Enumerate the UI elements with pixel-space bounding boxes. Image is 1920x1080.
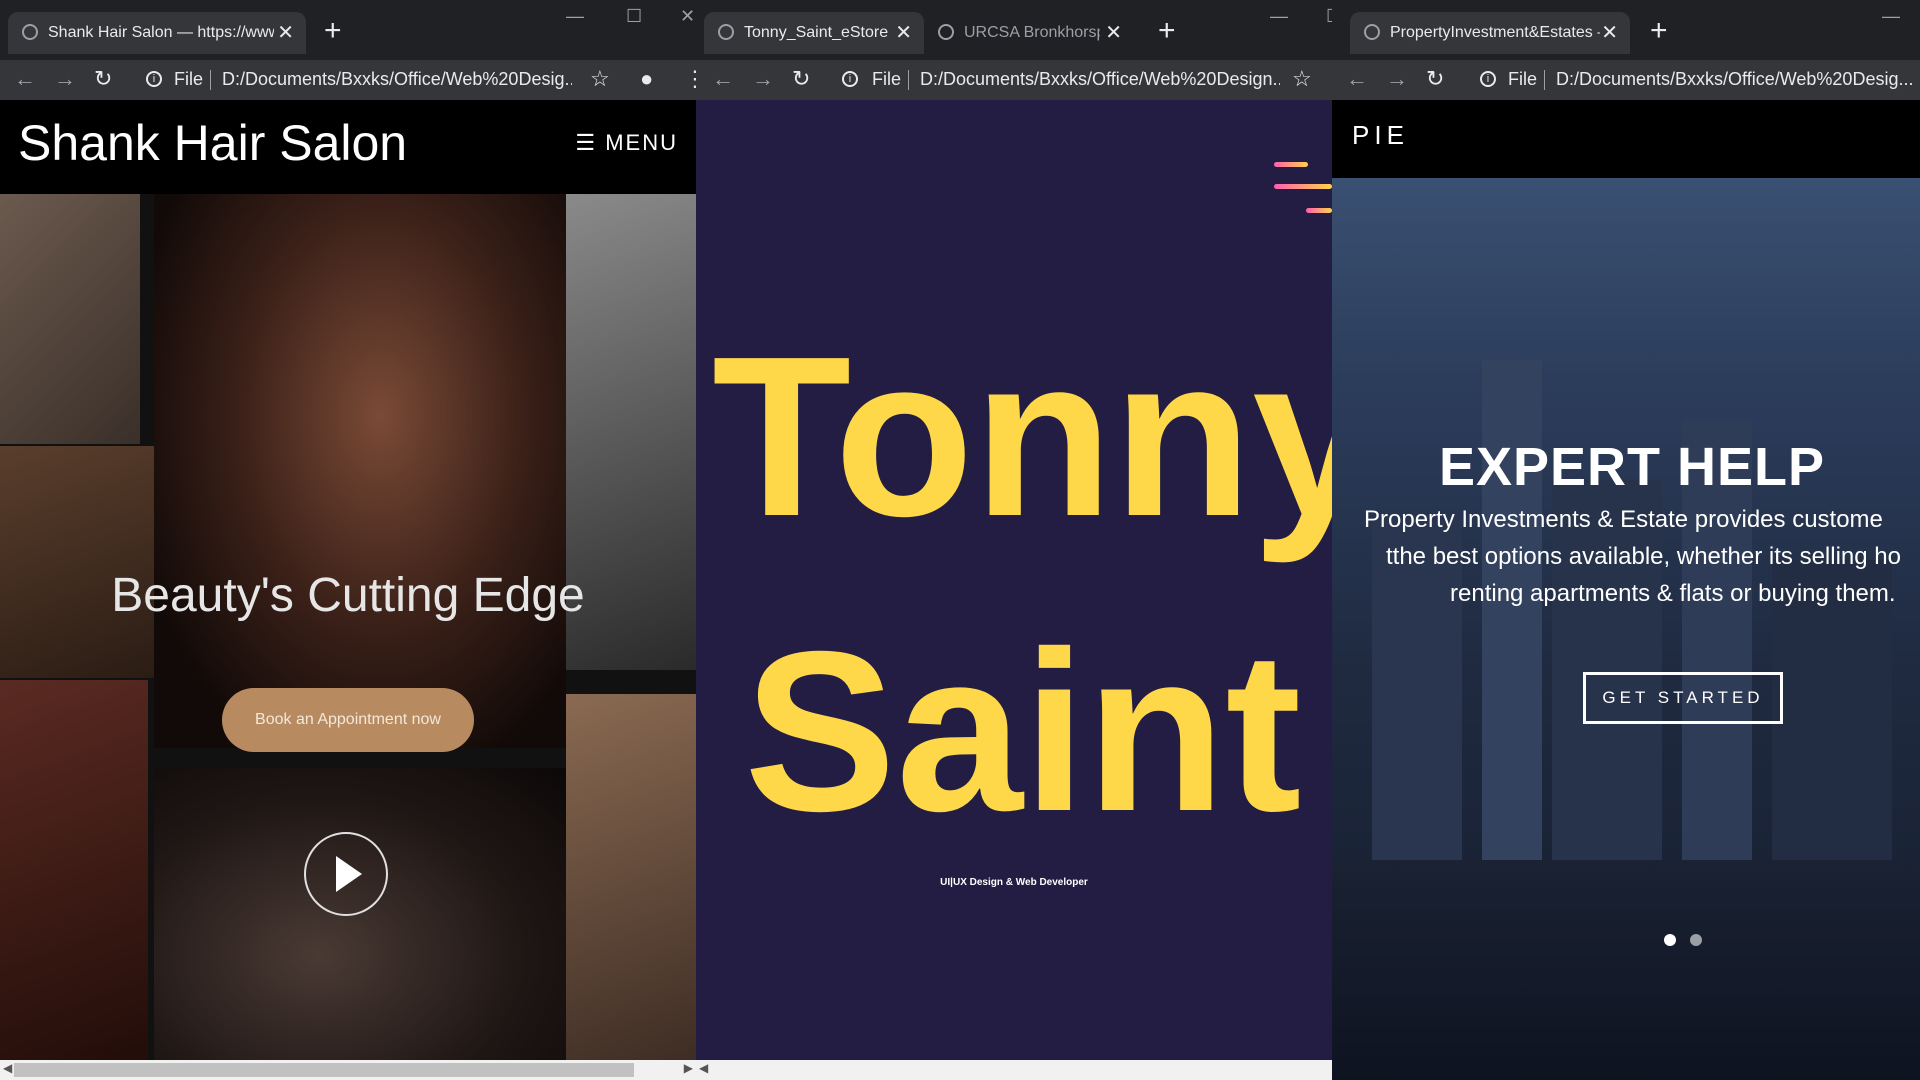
url-field[interactable]: D:/Documents/Bxxks/Office/Web%20Desig...	[1556, 69, 1920, 90]
photo-woman-main	[154, 194, 566, 748]
slide-dot-active[interactable]	[1664, 934, 1676, 946]
close-icon[interactable]: ✕	[277, 20, 294, 45]
tagline: UI|UX Design & Web Developer	[940, 877, 1088, 888]
url-field[interactable]: D:/Documents/Bxxks/Office/Web%20Design..…	[920, 69, 1280, 90]
tab-tonny[interactable]: Tonny_Saint_eStore ✕	[704, 12, 924, 54]
url-field[interactable]: D:/Documents/Bxxks/Office/Web%20Desig...	[222, 69, 572, 90]
hero-title: Beauty's Cutting Edge	[111, 569, 585, 622]
scroll-left-icon[interactable]: ◀	[699, 1061, 708, 1075]
close-icon[interactable]: ✕	[1105, 20, 1122, 45]
new-tab-button[interactable]: +	[1650, 14, 1668, 48]
info-icon[interactable]: i	[842, 71, 858, 87]
name-line-1: Tonny	[712, 310, 1332, 564]
close-icon[interactable]: ✕	[895, 20, 912, 45]
horizontal-scrollbar[interactable]: ◀	[696, 1060, 1332, 1080]
site-logo[interactable]: PIE	[1352, 120, 1409, 151]
scroll-right-icon[interactable]: ▶	[684, 1061, 693, 1075]
address-bar: ← → ↻ i File D:/Documents/Bxxks/Office/W…	[696, 60, 1332, 100]
scrollbar-thumb[interactable]	[14, 1063, 634, 1077]
file-scheme-label: File	[1508, 69, 1538, 89]
scroll-left-icon[interactable]: ◀	[3, 1061, 12, 1075]
reload-icon[interactable]: ↻	[1426, 66, 1444, 92]
shank-page: Shank Hair Salon ☰ MENU Beauty's Cutting…	[0, 100, 696, 1080]
browser-window-tonny: Tonny_Saint_eStore ✕ URCSA Bronkhorspr ✕…	[696, 0, 1332, 1080]
address-bar: ← → ↻ i File D:/Documents/Bxxks/Office/W…	[1332, 60, 1920, 100]
slide-dot[interactable]	[1690, 934, 1702, 946]
divider	[1544, 70, 1545, 90]
hero-line-2: tthe best options available, whether its…	[1386, 543, 1901, 570]
horizontal-scrollbar[interactable]: ◀ ▶	[0, 1060, 696, 1080]
tab-title: URCSA Bronkhorspr	[964, 24, 1100, 41]
browser-window-shank: Shank Hair Salon — https://www ✕ + — ☐ ✕…	[0, 0, 696, 1080]
minimize-icon[interactable]: —	[1882, 6, 1900, 27]
hero-line-3: renting apartments & flats or buying the…	[1450, 580, 1896, 607]
tonny-saint-heading: Tonny Saint	[712, 310, 1332, 859]
tab-title: Shank Hair Salon — https://www	[48, 24, 274, 41]
book-appointment-button[interactable]: Book an Appointment now	[222, 688, 474, 752]
forward-icon[interactable]: →	[1386, 66, 1408, 92]
minimize-icon[interactable]: —	[566, 6, 584, 27]
hero-line-1: Property Investments & Estate provides c…	[1364, 506, 1883, 533]
hero-title: EXPERT HELP	[1438, 437, 1826, 497]
reload-icon[interactable]: ↻	[792, 66, 810, 92]
tab-strip: Tonny_Saint_eStore ✕ URCSA Bronkhorspr ✕…	[696, 0, 1332, 60]
info-icon[interactable]: i	[1480, 71, 1496, 87]
forward-icon[interactable]: →	[752, 66, 774, 92]
browser-window-pie: PropertyInvestment&Estates —h ✕ + — ← → …	[1332, 0, 1920, 1080]
tab-shank[interactable]: Shank Hair Salon — https://www ✕	[8, 12, 306, 54]
tab-pie[interactable]: PropertyInvestment&Estates —h ✕	[1350, 12, 1630, 54]
site-header: PIE	[1332, 100, 1920, 178]
tonny-page: Tonny Saint UI|UX Design & Web Developer…	[696, 100, 1332, 1080]
tab-title: PropertyInvestment&Estates —h	[1390, 24, 1600, 41]
photo-man-fade	[0, 446, 160, 678]
site-header: Shank Hair Salon ☰ MENU	[0, 100, 696, 194]
back-icon[interactable]: ←	[1346, 66, 1368, 92]
tab-strip: PropertyInvestment&Estates —h ✕ + —	[1332, 0, 1920, 60]
menu-button[interactable]: ☰ MENU	[575, 130, 678, 156]
info-icon[interactable]: i	[146, 71, 162, 87]
play-icon	[336, 856, 362, 892]
divider	[210, 70, 211, 90]
close-window-icon[interactable]: ✕	[680, 6, 695, 27]
close-icon[interactable]: ✕	[1601, 20, 1618, 45]
photo-man-wavy	[566, 694, 696, 1080]
tab-urcsa[interactable]: URCSA Bronkhorspr ✕	[924, 12, 1134, 54]
star-icon[interactable]: ☆	[590, 66, 610, 92]
tab-strip: Shank Hair Salon — https://www ✕ + — ☐ ✕	[0, 0, 696, 60]
kebab-menu-icon[interactable]: ⋮	[684, 66, 696, 92]
file-scheme-label: File	[872, 69, 902, 89]
get-started-button[interactable]: GET STARTED	[1583, 672, 1783, 724]
church-icon	[938, 24, 954, 40]
photo-red-hair	[0, 680, 148, 1080]
maximize-icon[interactable]: ☐	[626, 6, 642, 27]
city-street	[1332, 860, 1920, 1080]
back-icon[interactable]: ←	[14, 66, 36, 92]
photo-woman-bottom	[154, 768, 566, 1080]
new-tab-button[interactable]: +	[324, 14, 342, 48]
site-logo[interactable]: Shank Hair Salon	[18, 114, 407, 172]
reload-icon[interactable]: ↻	[94, 66, 112, 92]
new-tab-button[interactable]: +	[1158, 14, 1176, 48]
pie-page: PIE EXPERT HELP Property Investments & E…	[1332, 100, 1920, 1080]
globe-icon	[718, 24, 734, 40]
name-line-2: Saint	[744, 605, 1301, 859]
play-button[interactable]	[304, 832, 388, 916]
city-background	[1332, 178, 1920, 1080]
forward-icon[interactable]: →	[54, 66, 76, 92]
tab-title: Tonny_Saint_eStore	[744, 24, 889, 41]
address-bar: ← → ↻ i File D:/Documents/Bxxks/Office/W…	[0, 60, 696, 100]
file-scheme-label: File	[174, 69, 204, 89]
minimize-icon[interactable]: —	[1270, 6, 1288, 27]
profile-icon[interactable]: ●	[640, 66, 653, 92]
divider	[908, 70, 909, 90]
globe-icon	[22, 24, 38, 40]
globe-icon	[1364, 24, 1380, 40]
photo-curly-hair	[0, 194, 140, 444]
back-icon[interactable]: ←	[712, 66, 734, 92]
star-icon[interactable]: ☆	[1292, 66, 1312, 92]
